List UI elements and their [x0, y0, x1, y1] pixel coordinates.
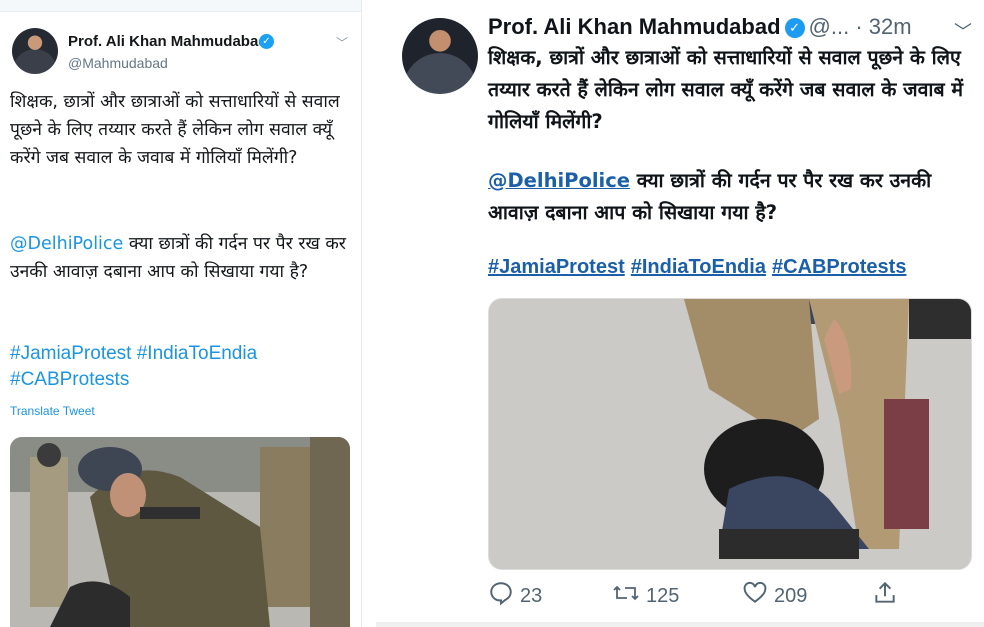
retweet-icon [612, 580, 640, 613]
tweet-mention-line: @DelhiPolice क्या छात्रों की गर्दन पर पै… [488, 165, 974, 229]
like-count: 209 [774, 584, 808, 607]
avatar[interactable] [402, 18, 478, 94]
share-button[interactable] [872, 580, 904, 612]
reply-button[interactable]: 23 [488, 580, 542, 612]
share-icon [872, 580, 898, 613]
hashtag-link[interactable]: #JamiaProtest [10, 343, 131, 364]
mention-link[interactable]: @DelhiPolice [10, 234, 123, 254]
verified-badge-icon: ✓ [784, 18, 805, 38]
tweet-timestamp[interactable]: · 32m [855, 14, 911, 39]
top-strip [0, 0, 361, 12]
author-handle[interactable]: @... [809, 14, 850, 39]
hashtag-link[interactable]: #CABProtests [772, 256, 906, 278]
tweet-photo[interactable] [10, 437, 350, 627]
translate-tweet-link[interactable]: Translate Tweet [10, 404, 95, 418]
reply-icon [488, 580, 514, 613]
author-handle[interactable]: @Mahmudabad [68, 55, 168, 71]
author-name[interactable]: Prof. Ali Khan Mahmudabad [488, 14, 781, 39]
photo-illustration [10, 437, 350, 627]
avatar[interactable] [12, 28, 58, 74]
hashtags: #JamiaProtest #IndiaToEndia #CABProtests [10, 341, 340, 393]
chevron-down-icon[interactable]: ﹀ [954, 18, 972, 44]
hashtags: #JamiaProtest #IndiaToEndia #CABProtests [488, 256, 912, 279]
mention-link[interactable]: @DelhiPolice [488, 169, 630, 192]
hashtag-link[interactable]: #CABProtests [10, 369, 129, 390]
retweet-count: 125 [646, 584, 680, 607]
author-name[interactable]: Prof. Ali Khan Mahmudabad [68, 33, 267, 50]
retweet-button[interactable]: 125 [612, 580, 679, 612]
chevron-down-icon[interactable]: ﹀ [336, 34, 348, 51]
tweet-photo[interactable] [488, 298, 972, 570]
reply-count: 23 [520, 584, 543, 607]
tweet-mention-line: @DelhiPolice क्या छात्रों की गर्दन पर पै… [10, 230, 355, 286]
tweet-text: शिक्षक, छात्रों और छात्राओं को सत्ताधारि… [10, 92, 340, 168]
tweet-header: Prof. Ali Khan Mahmudabad ✓ @... · 32m [488, 14, 912, 40]
verified-badge-icon: ✓ [259, 34, 274, 49]
divider [376, 622, 984, 627]
hashtag-link[interactable]: #JamiaProtest [488, 256, 625, 278]
like-button[interactable]: 209 [742, 580, 807, 612]
photo-illustration [489, 299, 971, 569]
hashtag-link[interactable]: #IndiaToEndia [137, 343, 257, 364]
hashtag-link[interactable]: #IndiaToEndia [631, 256, 766, 278]
right-tweet-card: Prof. Ali Khan Mahmudabad ✓ @... · 32m ﹀ श… [376, 0, 984, 627]
heart-icon [742, 580, 768, 613]
left-tweet-card: Prof. Ali Khan Mahmudabad ✓ @Mahmudabad … [0, 0, 362, 627]
tweet-actions: 23 125 209 [488, 580, 974, 612]
tweet-text: शिक्षक, छात्रों और छात्राओं को सत्ताधारि… [488, 46, 964, 133]
